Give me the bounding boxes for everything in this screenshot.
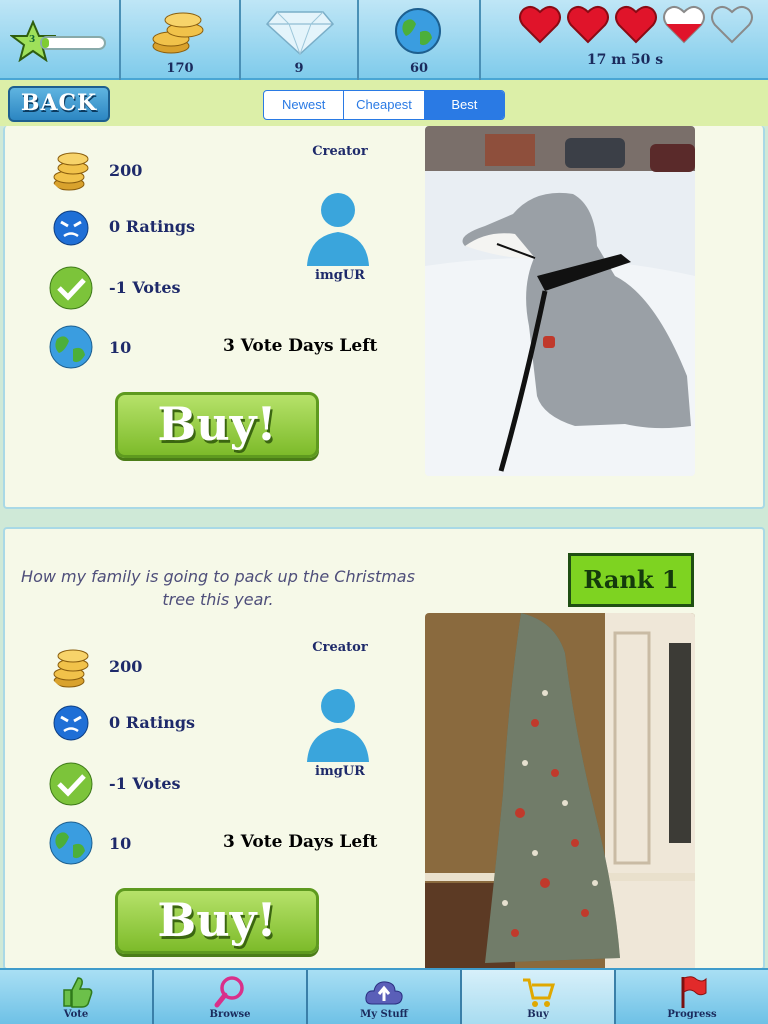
tab-label: Vote — [63, 1009, 89, 1020]
creator-avatar[interactable] — [305, 186, 371, 266]
creator-label: Creator — [312, 144, 368, 159]
votes-count: -1 Votes — [109, 278, 181, 297]
listing-photo[interactable] — [425, 613, 695, 970]
xp-progress-fill — [42, 38, 50, 48]
magnifier-icon — [214, 976, 244, 1008]
listing-photo[interactable] — [425, 126, 695, 476]
creator-name[interactable]: imgUR — [295, 764, 385, 779]
globe-icon — [49, 821, 93, 865]
buy-button[interactable]: Buy! — [115, 888, 319, 954]
full-heart-icon — [615, 6, 657, 44]
card-divider — [0, 509, 768, 527]
tab-buy[interactable]: Buy — [462, 970, 616, 1024]
ratings-count: 0 Ratings — [109, 217, 196, 236]
globes-cell[interactable]: 60 — [359, 0, 481, 80]
top-status-bar: 3 170 9 60 17 m 50 s — [0, 0, 768, 80]
listing-caption: How my family is going to pack up the Ch… — [21, 567, 415, 609]
full-heart-icon — [519, 6, 561, 44]
tab-browse[interactable]: Browse — [154, 970, 308, 1024]
creator-name[interactable]: imgUR — [295, 268, 385, 283]
angry-face-icon — [53, 705, 89, 741]
sort-segmented-control: Newest Cheapest Best — [263, 90, 505, 120]
sort-tab-cheapest[interactable]: Cheapest — [344, 91, 425, 119]
cart-icon — [523, 978, 556, 1007]
hearts-row — [517, 2, 755, 46]
check-icon — [49, 266, 93, 310]
flag-icon — [681, 976, 707, 1008]
creator-avatar[interactable] — [305, 682, 371, 762]
angry-face-icon — [53, 210, 89, 246]
coins-cell[interactable]: 170 — [121, 0, 241, 80]
listing-card: How my family is going to pack up the Ch… — [3, 527, 765, 970]
tab-label: Browse — [209, 1009, 251, 1020]
bottom-tab-bar: Vote Browse My Stuff Buy Progress — [0, 968, 768, 1024]
check-icon — [49, 762, 93, 806]
diamond-icon — [265, 11, 335, 56]
vote-days-left: 3 Vote Days Left — [223, 336, 378, 356]
partial-heart-icon — [663, 6, 705, 44]
lives-cell — [481, 0, 768, 80]
price-value: 200 — [109, 161, 143, 180]
tab-label: Buy — [527, 1009, 549, 1020]
rank-badge: Rank 1 — [568, 553, 694, 607]
gems-cell[interactable]: 9 — [241, 0, 359, 80]
cloud-upload-icon — [365, 981, 403, 1005]
gem-count: 9 — [294, 61, 304, 76]
coin-stack-icon — [53, 152, 89, 191]
life-timer: 17 m 50 s — [586, 52, 664, 68]
xp-progress-bar — [40, 36, 106, 50]
globe-value: 10 — [109, 338, 132, 357]
creator-label: Creator — [312, 640, 368, 655]
tab-label: Progress — [667, 1009, 717, 1020]
tab-vote[interactable]: Vote — [0, 970, 154, 1024]
globe-icon — [49, 325, 93, 369]
back-button[interactable]: BACK — [8, 86, 110, 122]
listing-card: 200 0 Ratings -1 Votes 10 3 Vote Days Le… — [3, 126, 765, 509]
full-heart-icon — [567, 6, 609, 44]
ratings-count: 0 Ratings — [109, 713, 196, 732]
globe-icon — [395, 8, 441, 54]
thumbs-up-icon — [63, 977, 93, 1008]
coin-stack-icon — [152, 12, 204, 54]
globe-count: 60 — [409, 61, 429, 76]
tab-progress[interactable]: Progress — [616, 970, 768, 1024]
vote-days-left: 3 Vote Days Left — [223, 832, 378, 852]
empty-heart-icon — [711, 6, 753, 44]
coin-stack-icon — [53, 649, 89, 688]
tab-my-stuff[interactable]: My Stuff — [308, 970, 462, 1024]
coin-count: 170 — [166, 61, 194, 76]
sort-tab-newest[interactable]: Newest — [264, 91, 345, 119]
level-cell: 3 — [0, 0, 121, 80]
price-value: 200 — [109, 657, 143, 676]
navigation-bar: BACK Newest Cheapest Best — [0, 80, 768, 126]
buy-button[interactable]: Buy! — [115, 392, 319, 458]
level-number: 3 — [29, 35, 36, 45]
globe-value: 10 — [109, 834, 132, 853]
tab-label: My Stuff — [360, 1009, 408, 1020]
sort-tab-best[interactable]: Best — [424, 91, 504, 119]
votes-count: -1 Votes — [109, 774, 181, 793]
